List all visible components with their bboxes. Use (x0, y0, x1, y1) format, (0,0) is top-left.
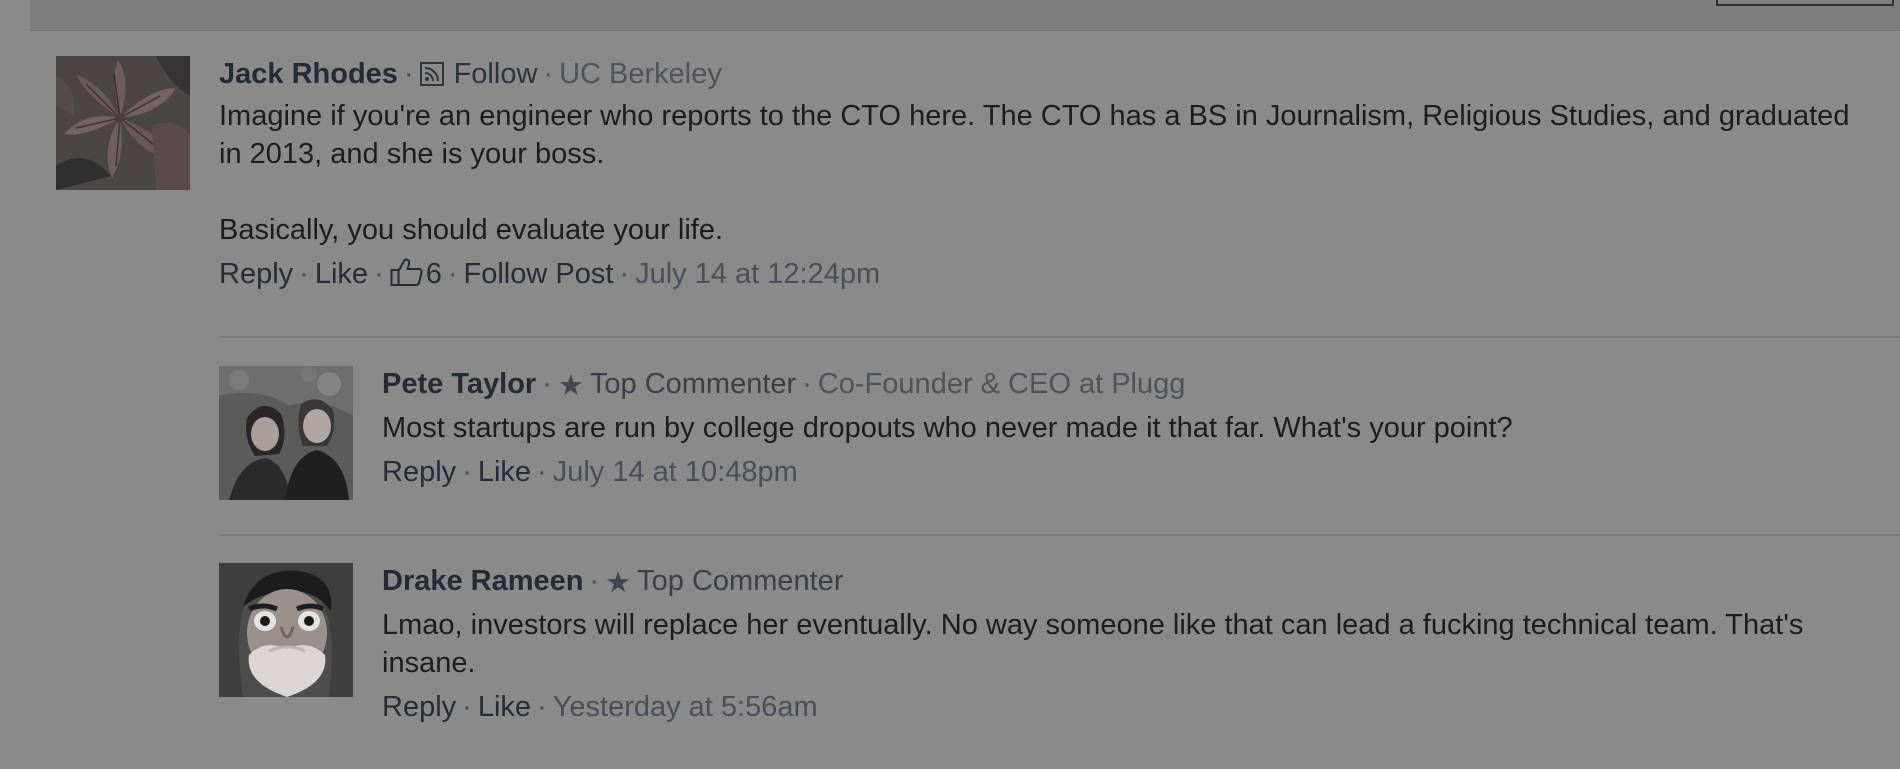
avatar[interactable] (219, 366, 353, 500)
comment-actions: Reply · Like · 6 · Follow Post · July 14 at 12:2… (219, 258, 881, 290)
face-photo (219, 563, 353, 697)
comment-meta: Jack Rhodes · Follow · UC Berkeley (219, 58, 722, 90)
badge-label: Top Commenter (637, 565, 844, 597)
comment-meta: Drake Rameen · ★ Top Commenter (382, 565, 844, 599)
follow-label: Follow (453, 58, 538, 90)
comment-paragraph: Imagine if you're an engineer who report… (219, 100, 1850, 170)
reply-button[interactable]: Reply (219, 258, 293, 290)
couple-photo (219, 366, 353, 500)
like-button[interactable]: Like (478, 691, 531, 723)
like-count[interactable]: 6 (390, 258, 442, 290)
comment-text: Lmao, investors will replace her eventua… (382, 606, 1882, 682)
lily-flower-photo (56, 56, 190, 190)
author-name[interactable]: Drake Rameen (382, 565, 584, 597)
comment-text: Most startups are run by college dropout… (382, 409, 1882, 447)
reply-divider (219, 534, 1900, 536)
like-button[interactable]: Like (478, 456, 531, 488)
comment-actions: Reply · Like · July 14 at 10:48pm (382, 456, 798, 488)
thumbs-up-icon (390, 258, 423, 286)
author-affiliation[interactable]: UC Berkeley (559, 58, 722, 90)
comment-paragraph: Basically, you should evaluate your life… (219, 214, 724, 246)
author-name[interactable]: Pete Taylor (382, 368, 536, 400)
star-icon: ★ (557, 370, 584, 402)
comment-timestamp[interactable]: July 14 at 12:24pm (635, 258, 880, 290)
like-count-value: 6 (425, 258, 442, 290)
comments-header-bar (30, 0, 1900, 31)
top-commenter-badge: ★ Top Commenter (605, 565, 844, 599)
badge-label: Top Commenter (589, 368, 797, 400)
follow-link[interactable]: Follow (419, 58, 538, 90)
author-name[interactable]: Jack Rhodes (219, 58, 398, 90)
avatar[interactable] (56, 56, 190, 190)
comment-paragraph: Lmao, investors will replace her eventua… (382, 609, 1804, 679)
header-button[interactable] (1716, 0, 1894, 6)
author-affiliation[interactable]: Co-Founder & CEO at Plugg (818, 368, 1186, 400)
reply-button[interactable]: Reply (382, 691, 456, 723)
reply-divider (219, 336, 1900, 338)
comment-actions: Reply · Like · Yesterday at 5:56am (382, 691, 818, 723)
comment-paragraph: Most startups are run by college dropout… (382, 412, 1513, 444)
avatar[interactable] (219, 563, 353, 697)
like-button[interactable]: Like (315, 258, 368, 290)
top-commenter-badge: ★ Top Commenter (558, 368, 797, 402)
comment-timestamp[interactable]: Yesterday at 5:56am (553, 691, 818, 723)
rss-icon (419, 62, 444, 86)
comment-meta: Pete Taylor · ★ Top Commenter · Co-Founder & … (382, 368, 1186, 402)
comment-timestamp[interactable]: July 14 at 10:48pm (553, 456, 798, 488)
comment-text: Imagine if you're an engineer who report… (219, 97, 1879, 249)
follow-post-button[interactable]: Follow Post (464, 258, 614, 290)
reply-button[interactable]: Reply (382, 456, 456, 488)
star-icon: ★ (605, 567, 632, 599)
